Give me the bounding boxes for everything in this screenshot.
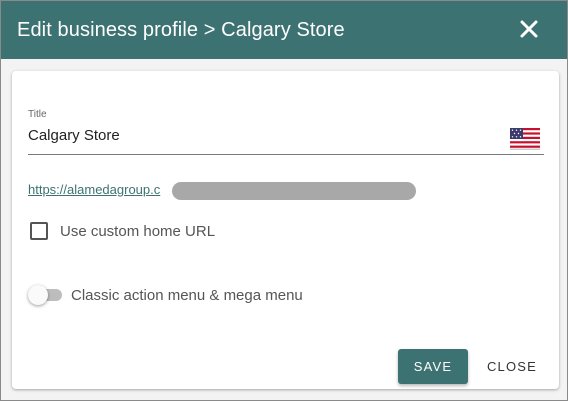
title-field: Title bbox=[28, 109, 544, 155]
custom-home-url-option[interactable]: Use custom home URL bbox=[30, 222, 215, 240]
dialog-header: Edit business profile > Calgary Store bbox=[1, 1, 567, 59]
custom-home-url-checkbox[interactable] bbox=[30, 222, 48, 240]
form-card: Title https://alam bbox=[12, 71, 559, 389]
dialog-title: Edit business profile > Calgary Store bbox=[17, 18, 345, 41]
close-button[interactable]: CLOSE bbox=[478, 349, 546, 384]
url-redaction bbox=[172, 182, 416, 200]
classic-menu-toggle[interactable] bbox=[28, 285, 64, 305]
title-input[interactable] bbox=[28, 127, 498, 144]
us-flag-icon[interactable] bbox=[510, 128, 540, 150]
close-icon[interactable] bbox=[515, 15, 543, 43]
custom-home-url-label: Use custom home URL bbox=[60, 222, 216, 240]
classic-menu-option[interactable]: Classic action menu & mega menu bbox=[28, 285, 303, 305]
edit-profile-dialog: Edit business profile > Calgary Store Ti… bbox=[0, 0, 568, 401]
store-url-row: https://alamedagroup.c bbox=[28, 181, 428, 201]
store-url-link[interactable]: https://alamedagroup.c bbox=[28, 182, 160, 197]
save-button[interactable]: SAVE bbox=[398, 349, 468, 384]
classic-menu-label: Classic action menu & mega menu bbox=[71, 286, 303, 304]
toggle-thumb bbox=[28, 285, 48, 305]
title-field-label: Title bbox=[28, 109, 47, 120]
